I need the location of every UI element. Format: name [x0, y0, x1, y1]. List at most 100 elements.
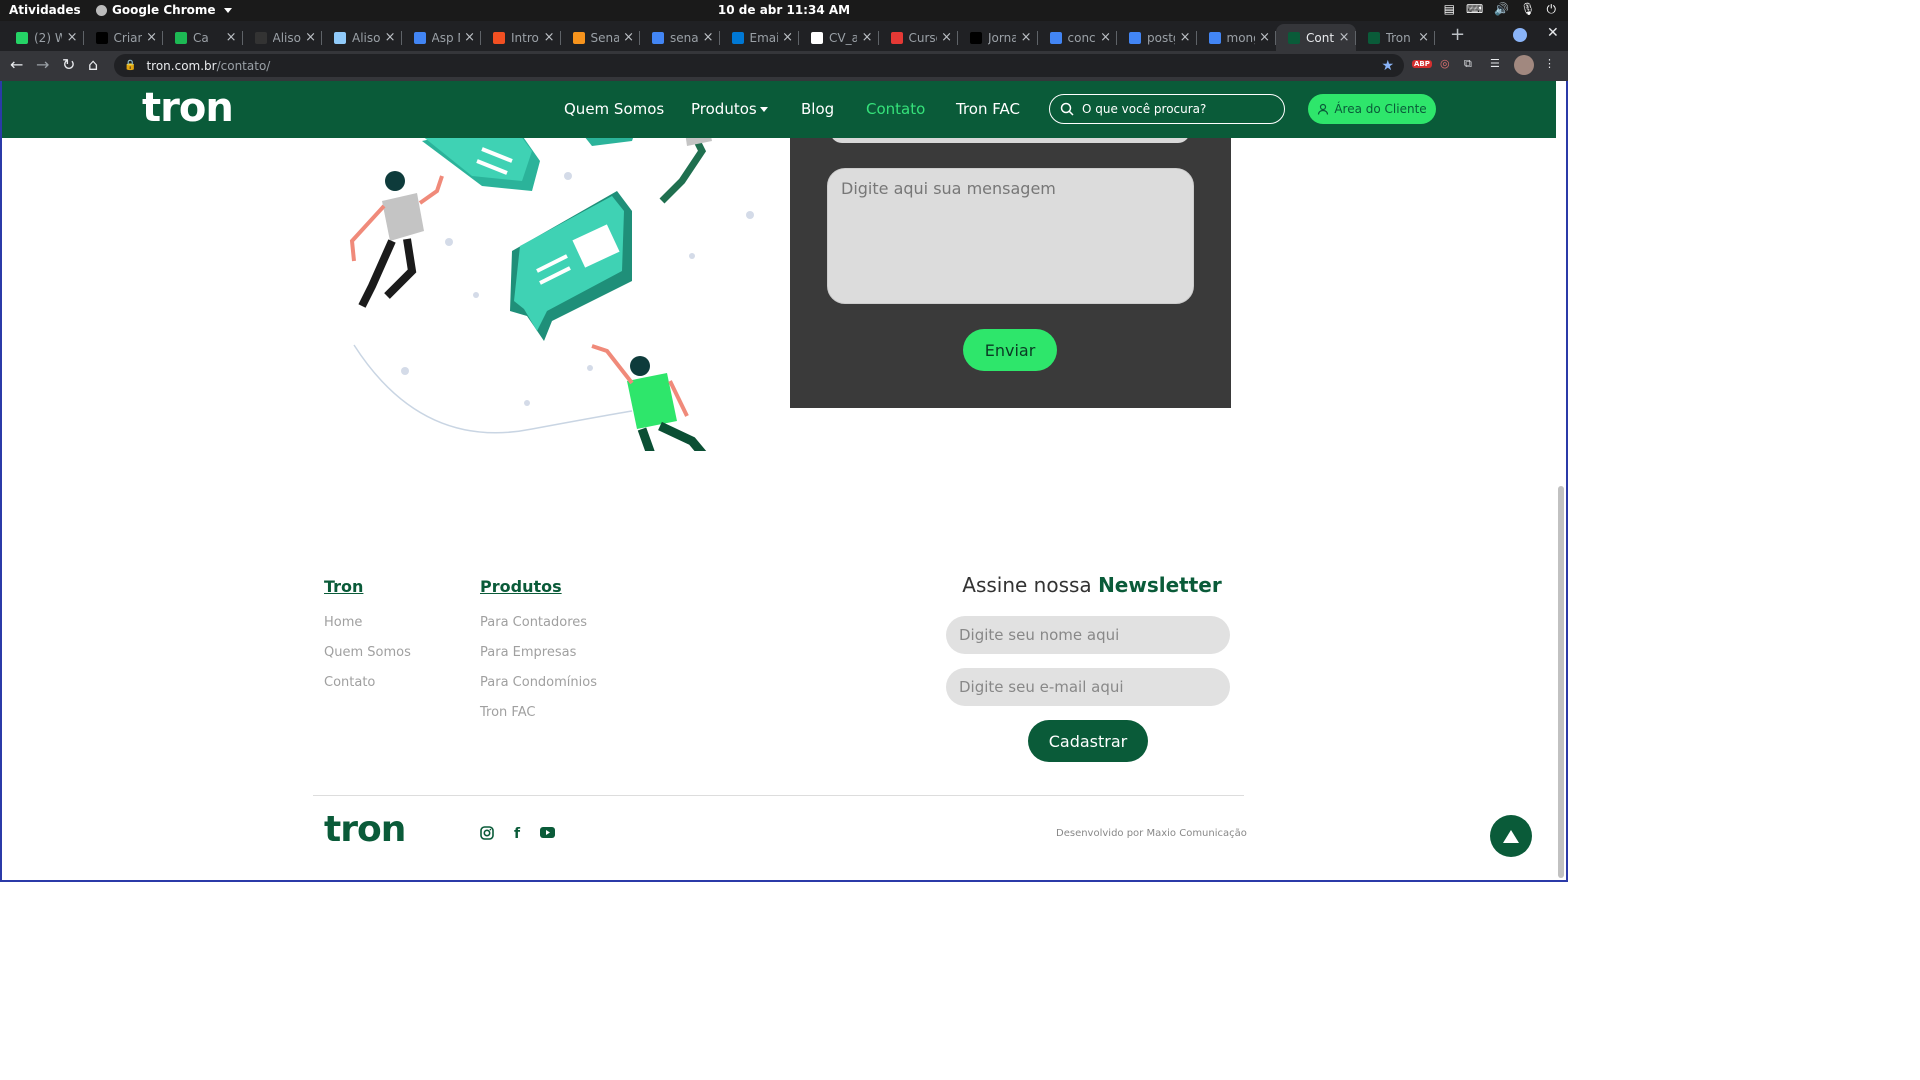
nav-blog[interactable]: Blog: [801, 100, 834, 118]
browser-tab[interactable]: senac ×: [640, 24, 720, 51]
lock-icon[interactable]: 🔒: [124, 60, 136, 71]
browser-tab[interactable]: postg ×: [1117, 24, 1197, 51]
browser-tab[interactable]: Aliso ×: [322, 24, 402, 51]
tab-favicon-icon: [413, 31, 426, 44]
facebook-icon[interactable]: f: [514, 826, 520, 842]
tab-close-icon[interactable]: ×: [1418, 30, 1429, 45]
browser-tab[interactable]: Conta ×: [1276, 24, 1356, 51]
site-logo[interactable]: tron: [142, 85, 234, 131]
tab-close-icon[interactable]: ×: [544, 30, 555, 45]
microphone-icon[interactable]: 🎙: [1520, 2, 1535, 17]
tab-close-icon[interactable]: ×: [623, 30, 634, 45]
tab-close-icon[interactable]: ×: [385, 30, 396, 45]
tab-close-icon[interactable]: ×: [1339, 30, 1350, 45]
adblock-icon[interactable]: ABP: [1412, 60, 1432, 68]
message-textarea[interactable]: [827, 168, 1194, 304]
newsletter-name-input[interactable]: [946, 616, 1230, 654]
tab-title: Aliso: [272, 30, 301, 45]
power-icon[interactable]: ⏻: [1547, 2, 1557, 17]
tab-close-icon[interactable]: ×: [782, 30, 793, 45]
tab-close-icon[interactable]: ×: [67, 30, 78, 45]
nav-produtos[interactable]: Produtos: [691, 100, 768, 118]
reload-icon[interactable]: ↻: [62, 55, 75, 74]
tab-title: Introd: [511, 30, 539, 45]
tab-close-icon[interactable]: ×: [862, 30, 873, 45]
tab-favicon-icon: [16, 31, 28, 44]
newsletter-submit-button[interactable]: Cadastrar: [1028, 720, 1148, 762]
back-icon[interactable]: ←: [10, 55, 23, 74]
footer-col-title[interactable]: Produtos: [480, 577, 562, 596]
site-search-input[interactable]: [1082, 102, 1272, 116]
footer-link-contadores[interactable]: Para Contadores: [480, 615, 587, 630]
search-icon: [1060, 102, 1074, 116]
system-top-bar: Atividades Google Chrome 10 de abr 11:34…: [0, 0, 1568, 21]
youtube-icon[interactable]: [540, 826, 555, 842]
footer-link-empresas[interactable]: Para Empresas: [480, 645, 576, 660]
tab-close-icon[interactable]: ×: [1100, 30, 1111, 45]
tab-search-icon[interactable]: [1513, 28, 1527, 42]
new-tab-button[interactable]: +: [1450, 24, 1465, 45]
tab-close-icon[interactable]: ×: [305, 30, 316, 45]
forward-icon[interactable]: →: [36, 55, 49, 74]
browser-tab[interactable]: Tron ×: [1356, 24, 1435, 51]
footer-link-condominios[interactable]: Para Condomínios: [480, 675, 597, 690]
browser-tab[interactable]: Curso ×: [879, 24, 958, 51]
tab-close-icon[interactable]: ×: [146, 30, 157, 45]
keyboard-icon[interactable]: ⌨: [1466, 2, 1483, 17]
bookmark-star-icon[interactable]: ★: [1381, 58, 1394, 74]
tab-close-icon[interactable]: ×: [464, 30, 475, 45]
volume-icon[interactable]: 🔊: [1494, 2, 1509, 17]
browser-tab[interactable]: Jorna ×: [958, 24, 1038, 51]
tab-close-icon[interactable]: ×: [226, 30, 237, 45]
browser-tab[interactable]: mong ×: [1197, 24, 1276, 51]
window-switch-icon[interactable]: ▤: [1444, 2, 1455, 17]
tab-title: Email: [749, 30, 778, 45]
home-icon[interactable]: ⌂: [88, 55, 98, 74]
back-to-top-button[interactable]: [1490, 815, 1532, 857]
newsletter-email-input[interactable]: [946, 668, 1230, 706]
extension-icon[interactable]: ◎: [1440, 57, 1450, 70]
tab-close-icon[interactable]: ×: [703, 30, 714, 45]
tab-title: Ca: [193, 30, 209, 45]
browser-tab[interactable]: Aliso ×: [243, 24, 322, 51]
system-tray[interactable]: ▤ ⌨ 🔊 🎙 ⏻: [1444, 2, 1556, 17]
window-close-icon[interactable]: ✕: [1547, 25, 1559, 41]
page-scrollbar[interactable]: [1556, 81, 1566, 880]
browser-tab[interactable]: Introd ×: [481, 24, 561, 51]
tab-close-icon[interactable]: ×: [1021, 30, 1032, 45]
nav-quem-somos[interactable]: Quem Somos: [564, 100, 664, 118]
browser-tab[interactable]: (2) Wh ×: [4, 24, 84, 51]
address-bar[interactable]: 🔒 tron.com.br/contato/ ★: [114, 54, 1404, 77]
nav-tron-fac[interactable]: Tron FAC: [956, 100, 1020, 118]
tab-favicon-icon: [254, 31, 267, 44]
tab-close-icon[interactable]: ×: [1180, 30, 1191, 45]
nav-contato[interactable]: Contato: [866, 100, 925, 118]
browser-tab[interactable]: Crian ×: [84, 24, 163, 51]
scrollbar-thumb[interactable]: [1558, 486, 1564, 878]
menu-icon[interactable]: ⋮: [1544, 57, 1555, 70]
footer-logo[interactable]: tron: [324, 809, 406, 850]
footer-link-tron-fac[interactable]: Tron FAC: [480, 705, 535, 720]
tab-close-icon[interactable]: ×: [1259, 30, 1270, 45]
footer-col-title[interactable]: Tron: [324, 577, 363, 596]
browser-tab[interactable]: Senac ×: [561, 24, 640, 51]
developer-credit[interactable]: Desenvolvido por Maxio Comunicação: [1056, 828, 1247, 839]
footer-link-quem-somos[interactable]: Quem Somos: [324, 645, 411, 660]
tab-close-icon[interactable]: ×: [941, 30, 952, 45]
browser-tab[interactable]: Ca ×: [163, 24, 243, 51]
browser-tab[interactable]: concl ×: [1038, 24, 1117, 51]
profile-avatar[interactable]: [1514, 55, 1534, 75]
instagram-icon[interactable]: [480, 826, 494, 844]
client-area-button[interactable]: Área do Cliente: [1308, 94, 1436, 124]
tab-favicon-icon: [572, 31, 585, 44]
clock[interactable]: 10 de abr 11:34 AM: [0, 3, 1568, 17]
footer-link-contato[interactable]: Contato: [324, 675, 375, 690]
send-button[interactable]: Enviar: [963, 329, 1057, 371]
puzzle-icon[interactable]: ⧉: [1464, 57, 1472, 71]
tab-favicon-icon: [652, 31, 664, 44]
footer-link-home[interactable]: Home: [324, 615, 362, 630]
media-control-icon[interactable]: ☰: [1490, 57, 1500, 70]
browser-tab[interactable]: CV_al ×: [799, 24, 879, 51]
browser-tab[interactable]: Asp N ×: [402, 24, 481, 51]
browser-tab[interactable]: Email ×: [720, 24, 799, 51]
